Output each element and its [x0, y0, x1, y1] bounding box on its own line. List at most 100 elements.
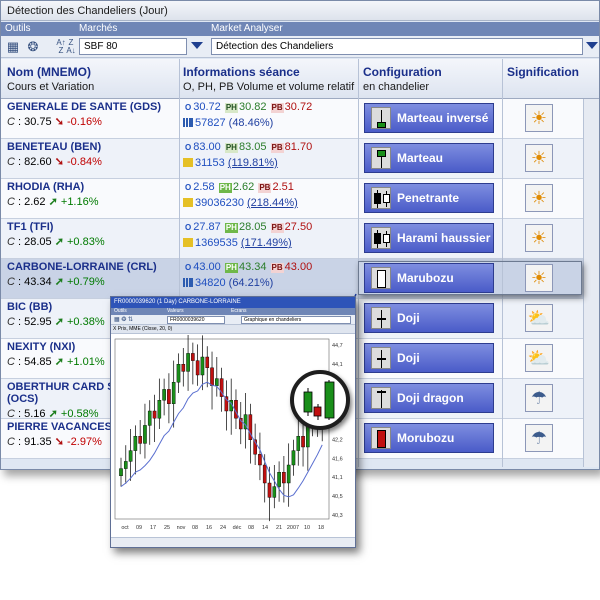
- stock-name[interactable]: PIERRE VACANCES: [7, 421, 112, 433]
- relative-volume[interactable]: (218.44%): [247, 197, 298, 209]
- signification-button[interactable]: ☂: [525, 384, 553, 412]
- col-info-header[interactable]: Informations séance: [183, 65, 300, 79]
- sun-cloud-icon: ⛅: [527, 308, 551, 328]
- candle-config-button[interactable]: Marteau: [364, 143, 494, 173]
- x-tick-label: 25: [164, 525, 170, 531]
- table-row[interactable]: GENERALE DE SANTE (GDS) C : 30.75 ➘ -0.1…: [1, 99, 583, 139]
- open-value: 43.00: [193, 261, 221, 273]
- col-name-header[interactable]: Nom (MNEMO): [7, 65, 91, 79]
- volume-icon: [183, 118, 193, 127]
- candle-body: [162, 389, 166, 401]
- candle-config-button[interactable]: Harami haussier: [364, 223, 494, 253]
- close-variation: C : 52.95 ➚ +0.38%: [7, 316, 105, 328]
- trend-down-icon: ➘: [54, 156, 64, 168]
- session-prices: O 2.58 PH 2.62 PB 2.51: [183, 181, 294, 193]
- stock-name[interactable]: RHODIA (RHA): [7, 181, 84, 193]
- config-label: Doji: [397, 310, 420, 325]
- y-tick-label: 41,1: [332, 475, 343, 481]
- candle-body: [262, 464, 267, 484]
- x-tick-label: 09: [136, 525, 142, 531]
- globe-icon[interactable]: ❂: [25, 39, 41, 55]
- relative-volume[interactable]: (119.81%): [228, 157, 278, 169]
- candle-config-button[interactable]: Doji: [364, 343, 494, 373]
- stock-name[interactable]: OBERTHUR CARD S (OCS): [7, 381, 115, 405]
- popup-tools-label: Outils: [114, 308, 127, 314]
- col-signif-header[interactable]: Signification: [507, 65, 579, 79]
- candle-body: [138, 435, 142, 444]
- variation-value: -0.84%: [67, 156, 102, 168]
- volume-value: 39036230: [195, 197, 244, 209]
- candle-config-button[interactable]: Marteau inversé: [364, 103, 494, 133]
- candle-body: [176, 364, 181, 383]
- close-value: 30.75: [24, 116, 52, 128]
- sort-za-icon[interactable]: Z A↓: [63, 39, 79, 55]
- popup-scrollbar[interactable]: [111, 537, 355, 547]
- y-tick-label: 40,5: [332, 494, 343, 500]
- candle-config-button[interactable]: Morubozu: [364, 423, 494, 453]
- close-variation: C : 28.05 ➚ +0.83%: [7, 236, 105, 248]
- signification-button[interactable]: ☀: [525, 224, 553, 252]
- low-value: 2.51: [272, 181, 294, 193]
- calculator-icon[interactable]: ▦: [5, 39, 21, 55]
- close-tag: C: [7, 196, 15, 208]
- stock-name[interactable]: TF1 (TFI): [7, 221, 53, 233]
- trend-down-icon: ➘: [54, 436, 64, 448]
- high-tag: PH: [224, 143, 238, 153]
- magnified-candle: [313, 406, 322, 417]
- signification-button[interactable]: ☂: [525, 424, 553, 452]
- candle-pattern-icon: [371, 147, 391, 169]
- table-row[interactable]: BENETEAU (BEN) C : 82.60 ➘ -0.84% O 83.00…: [1, 139, 583, 179]
- candle-pattern-icon: [371, 347, 391, 369]
- stock-name[interactable]: BENETEAU (BEN): [7, 141, 101, 153]
- close-tag: C: [7, 436, 15, 448]
- stock-name[interactable]: GENERALE DE SANTE (GDS): [7, 101, 161, 113]
- candle-config-button[interactable]: Doji: [364, 303, 494, 333]
- stock-name[interactable]: CARBONE-LORRAINE (CRL): [7, 261, 157, 273]
- stock-name[interactable]: NEXITY (NXI): [7, 341, 75, 353]
- candle-body: [291, 450, 296, 466]
- signification-button[interactable]: ☀: [525, 104, 553, 132]
- analyser-select[interactable]: Détection des Chandeliers: [211, 38, 583, 55]
- candle-pattern-icon: [371, 307, 391, 329]
- table-row[interactable]: TF1 (TFI) C : 28.05 ➚ +0.83% O 27.87 PH 28…: [1, 219, 583, 259]
- popup-view-select[interactable]: Graphique en chandeliers: [241, 316, 351, 324]
- session-prices: O 30.72 PH 30.82 PB 30.72: [183, 101, 312, 113]
- col-config-header[interactable]: Configuration: [363, 65, 442, 79]
- signification-button[interactable]: ⛅: [525, 304, 553, 332]
- candle-config-button[interactable]: Penetrante: [364, 183, 494, 213]
- relative-volume[interactable]: (171.49%): [241, 237, 292, 249]
- stock-name-text: TF1 (TFI): [7, 221, 54, 233]
- variation-value: +1.16%: [60, 196, 99, 208]
- analyser-dropdown-arrow[interactable]: [586, 42, 598, 49]
- stock-name[interactable]: BIC (BB): [7, 301, 52, 313]
- analyser-label: Market Analyser: [211, 23, 283, 34]
- sun-icon: ☀: [530, 148, 548, 168]
- volume-value: 57827: [195, 117, 226, 129]
- signification-button[interactable]: ☀: [525, 144, 553, 172]
- close-value: 28.05: [24, 236, 52, 248]
- candle-body: [286, 464, 291, 484]
- signification-button[interactable]: ☀: [525, 184, 553, 212]
- close-variation: C : 2.62 ➚ +1.16%: [7, 196, 99, 208]
- volume-icon: [183, 238, 193, 247]
- volume-icon: [183, 278, 193, 287]
- x-tick-label: déc: [233, 525, 242, 531]
- stock-name-text: CARBONE-LORRAINE (CRL): [7, 261, 157, 273]
- market-dropdown-arrow[interactable]: [191, 42, 203, 49]
- candle-body: [167, 389, 171, 405]
- popup-tool-icons[interactable]: ▦ ❂ ⇅: [114, 316, 133, 323]
- candle-config-button[interactable]: Doji dragon: [364, 383, 494, 413]
- config-label: Marteau: [397, 150, 444, 165]
- table-row[interactable]: RHODIA (RHA) C : 2.62 ➚ +1.16% O 2.58 PH 2…: [1, 179, 583, 219]
- low-value: 27.50: [284, 221, 313, 233]
- candle-body: [272, 486, 277, 498]
- popup-title: FR0000039620 (1 Day) CARBONE-LORRAINE: [111, 297, 355, 308]
- candle-body: [128, 450, 133, 462]
- config-label: Morubozu: [397, 430, 455, 445]
- config-label: Penetrante: [397, 190, 460, 205]
- signification-button[interactable]: ⛅: [525, 344, 553, 372]
- popup-code-select[interactable]: FR0000039620: [167, 316, 225, 324]
- variation-value: -2.97%: [67, 436, 102, 448]
- vertical-scrollbar[interactable]: [583, 99, 599, 467]
- market-select[interactable]: SBF 80: [79, 38, 187, 55]
